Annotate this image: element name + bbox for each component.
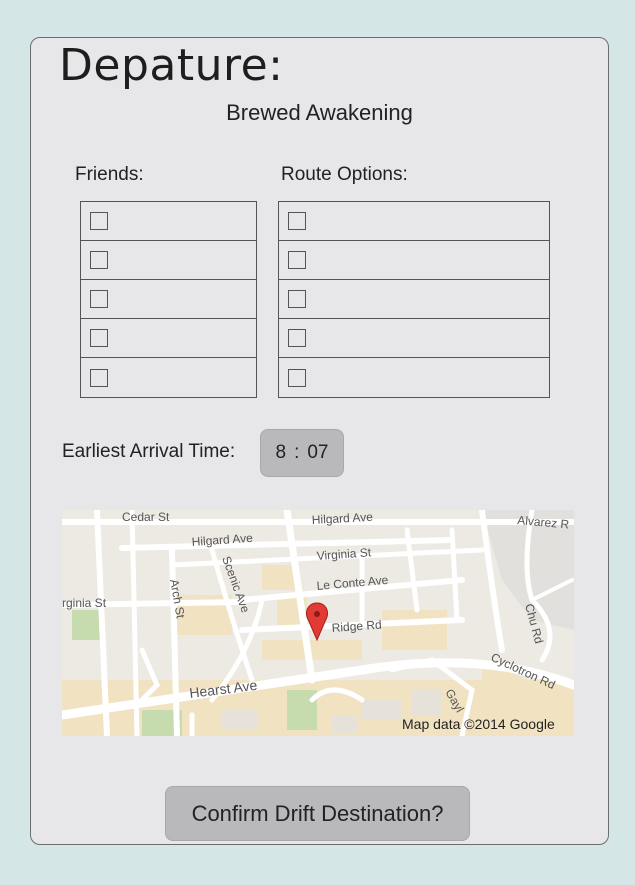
friend-checkbox[interactable] — [90, 290, 108, 308]
friend-checkbox[interactable] — [90, 368, 108, 387]
route-options-list — [278, 201, 550, 398]
page-title: Depature: — [59, 40, 284, 91]
friends-list — [80, 201, 257, 398]
route-checkbox[interactable] — [288, 212, 306, 230]
street-virginia-west: rginia St — [62, 596, 107, 610]
route-checkbox[interactable] — [288, 290, 306, 308]
arrival-minute[interactable]: 07 — [307, 442, 328, 464]
destination-name: Brewed Awakening — [226, 100, 413, 125]
map-attribution: Map data ©2014 Google — [402, 716, 555, 732]
friend-checkbox[interactable] — [90, 329, 108, 347]
friends-label: Friends: — [75, 164, 144, 185]
route-checkbox[interactable] — [288, 329, 306, 347]
route-checkbox[interactable] — [288, 368, 306, 387]
route-row[interactable] — [279, 202, 549, 241]
departure-card: Depature: Brewed Awakening Friends: Rout… — [30, 37, 609, 845]
time-separator: : — [294, 442, 300, 463]
friend-row[interactable] — [81, 280, 256, 319]
arrival-time-picker[interactable]: 8 : 07 — [260, 429, 344, 477]
route-row[interactable] — [279, 319, 549, 358]
earliest-arrival-label: Earliest Arrival Time: — [62, 441, 236, 462]
friend-row[interactable] — [81, 202, 256, 241]
arrival-hour[interactable]: 8 — [276, 442, 287, 464]
friend-checkbox[interactable] — [90, 212, 108, 230]
map-view[interactable]: Cedar St Hilgard Ave Hilgard Ave Virgini… — [62, 510, 574, 736]
confirm-destination-button[interactable]: Confirm Drift Destination? — [165, 786, 470, 841]
street-cedar: Cedar St — [122, 510, 170, 524]
route-checkbox[interactable] — [288, 251, 306, 269]
route-options-label: Route Options: — [281, 164, 408, 185]
route-row[interactable] — [279, 241, 549, 280]
route-row[interactable] — [279, 280, 549, 319]
friend-checkbox[interactable] — [90, 251, 108, 269]
friend-row[interactable] — [81, 358, 256, 397]
friend-row[interactable] — [81, 319, 256, 358]
route-row[interactable] — [279, 358, 549, 397]
friend-row[interactable] — [81, 241, 256, 280]
map-canvas[interactable]: Cedar St Hilgard Ave Hilgard Ave Virgini… — [62, 510, 574, 736]
